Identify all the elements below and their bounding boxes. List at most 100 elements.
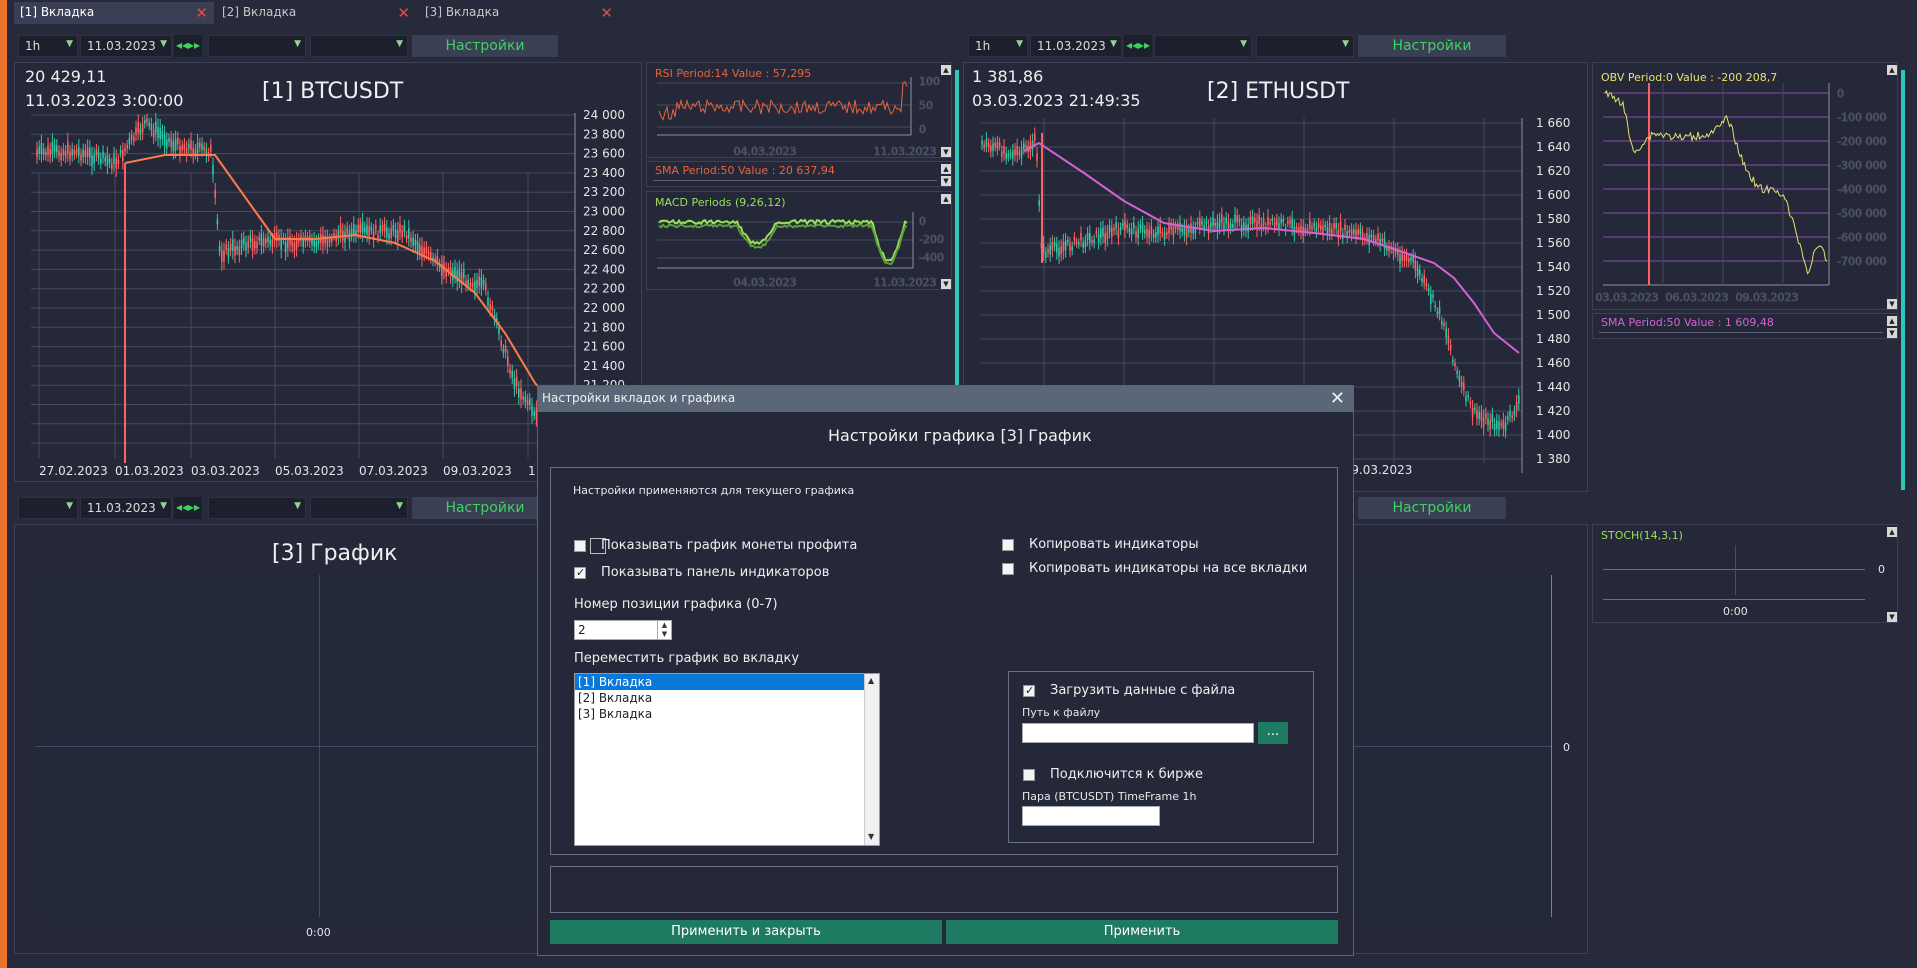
nav-arrows-icon[interactable]: ◂◂▸▸	[1124, 35, 1152, 57]
timeframe-select[interactable]: 1h ▼	[18, 35, 78, 57]
close-icon[interactable]: ✕	[397, 4, 410, 22]
y-tick: -200 000	[1837, 135, 1886, 148]
y-axis-line	[1551, 575, 1552, 917]
close-icon[interactable]: ✕	[1330, 388, 1345, 409]
candle-body	[339, 224, 342, 235]
load-file-checkbox[interactable]	[1023, 684, 1035, 697]
collapse-down-icon[interactable]: ▼	[1887, 328, 1897, 338]
position-stepper[interactable]: 2 ▲ ▼	[574, 620, 672, 640]
symbol-select[interactable]: ▼	[208, 497, 306, 519]
candle-body	[1434, 305, 1436, 308]
candle-body	[225, 244, 227, 250]
candle-body	[992, 143, 994, 151]
collapse-down-icon[interactable]: ▼	[941, 176, 951, 186]
show-indicator-panel-label[interactable]: Показывать панель индикаторов	[601, 565, 829, 580]
move-tab-listbox[interactable]: [1] Вкладка [2] Вкладка [3] Вкладка ▲ ▼	[574, 673, 880, 846]
apply-close-button[interactable]: Применить и закрыть	[550, 920, 942, 944]
symbol-select[interactable]: ▼	[1154, 35, 1252, 57]
extra-select[interactable]: ▼	[1256, 35, 1354, 57]
candle-body	[117, 159, 120, 165]
list-item[interactable]: [1] Вкладка	[575, 674, 864, 690]
candle-body	[1381, 237, 1384, 242]
scroll-down-icon[interactable]: ▼	[868, 832, 874, 841]
list-item[interactable]: [2] Вкладка	[575, 690, 864, 706]
y-tick: 1 580	[1536, 212, 1570, 226]
scroll-up-icon[interactable]: ▲	[868, 676, 874, 685]
candle-body	[229, 244, 232, 251]
collapse-down-icon[interactable]: ▼	[1887, 612, 1897, 622]
candle-body	[245, 242, 247, 251]
y-tick: 22 600	[583, 243, 625, 257]
nav-arrows-icon[interactable]: ◂◂▸▸	[174, 35, 202, 57]
right-scroll-accent[interactable]	[1901, 70, 1905, 490]
candle-body	[232, 239, 234, 251]
collapse-up-icon[interactable]: ▲	[1887, 316, 1897, 326]
date-picker[interactable]: 11.03.2023 ▼	[80, 497, 172, 519]
tab-1[interactable]: [1] Вкладка ✕	[14, 2, 214, 24]
copy-indicators-all-label[interactable]: Копировать индикаторы на все вкладки	[1029, 561, 1307, 576]
tab-2[interactable]: [2] Вкладка ✕	[216, 2, 416, 24]
candle-body	[1509, 410, 1511, 417]
timeframe-select[interactable]: 1h ▼	[968, 35, 1028, 57]
show-indicator-panel-checkbox[interactable]	[574, 566, 586, 579]
connect-exchange-checkbox[interactable]	[1023, 769, 1035, 781]
show-profit-coin-checkbox[interactable]	[574, 540, 586, 552]
candle-body	[1144, 229, 1146, 234]
candle-body	[249, 235, 252, 243]
chevron-down-icon: ▼	[160, 39, 167, 49]
candle-body	[1357, 229, 1359, 235]
load-file-label[interactable]: Загрузить данные с файла	[1050, 683, 1235, 698]
browse-button[interactable]: ...	[1258, 722, 1288, 744]
apply-button[interactable]: Применить	[946, 920, 1338, 944]
date-picker[interactable]: 11.03.2023 ▼	[80, 35, 172, 57]
copy-indicators-checkbox[interactable]	[1002, 539, 1014, 551]
candle-body	[998, 142, 1001, 146]
extra-select[interactable]: ▼	[310, 35, 408, 57]
candle-body	[1168, 224, 1170, 234]
list-item[interactable]: [3] Вкладка	[575, 706, 864, 722]
settings-button[interactable]: Настройки	[1358, 35, 1506, 57]
candle-body	[271, 239, 274, 247]
candle-body	[1295, 226, 1298, 230]
candle-body	[1348, 229, 1351, 233]
candle-body	[102, 151, 104, 158]
collapse-up-icon[interactable]: ▲	[1887, 527, 1897, 537]
extra-select[interactable]: ▼	[310, 497, 408, 519]
settings-dialog: Настройки вкладок и графика ✕ Настройки …	[537, 385, 1354, 956]
candle-body	[1401, 252, 1403, 261]
candle-body	[1463, 382, 1465, 390]
candle-body	[518, 388, 520, 398]
tab-3[interactable]: [3] Вкладка ✕	[419, 2, 619, 24]
date-picker[interactable]: 11.03.2023 ▼	[1030, 35, 1122, 57]
close-icon[interactable]: ✕	[600, 4, 613, 22]
candle-body	[1091, 240, 1093, 243]
candle-body	[75, 149, 78, 153]
candle-body	[427, 251, 430, 256]
scrollbar[interactable]: ▲ ▼	[864, 674, 879, 845]
file-path-input[interactable]	[1022, 723, 1254, 743]
close-icon[interactable]: ✕	[195, 4, 208, 22]
connect-exchange-label[interactable]: Подключится к бирже	[1050, 767, 1203, 782]
copy-indicators-all-checkbox[interactable]	[1002, 563, 1014, 575]
candle-body	[504, 345, 507, 353]
candle-body	[1496, 420, 1498, 429]
settings-button[interactable]: Настройки	[1358, 497, 1506, 519]
candle-body	[1502, 419, 1505, 429]
symbol-select[interactable]: ▼	[208, 35, 306, 57]
y-tick: 1 420	[1536, 404, 1570, 418]
candle-body	[254, 241, 256, 249]
candle-body	[987, 142, 990, 148]
nav-arrows-icon[interactable]: ◂◂▸▸	[174, 497, 202, 519]
settings-button[interactable]: Настройки	[412, 35, 558, 57]
pair-input[interactable]	[1022, 806, 1160, 826]
candle-body	[1005, 152, 1007, 159]
copy-indicators-label[interactable]: Копировать индикаторы	[1029, 537, 1199, 552]
stepper-arrows-icon[interactable]: ▲ ▼	[657, 621, 671, 639]
timeframe-select[interactable]: ▼	[18, 497, 78, 519]
candle-body	[302, 239, 304, 247]
show-profit-coin-label[interactable]: Показывать график монеты профита	[601, 538, 857, 553]
collapse-up-icon[interactable]: ▲	[941, 164, 951, 174]
candle-body	[394, 229, 397, 239]
candle-body	[1353, 229, 1355, 234]
candle-body	[1282, 219, 1285, 223]
